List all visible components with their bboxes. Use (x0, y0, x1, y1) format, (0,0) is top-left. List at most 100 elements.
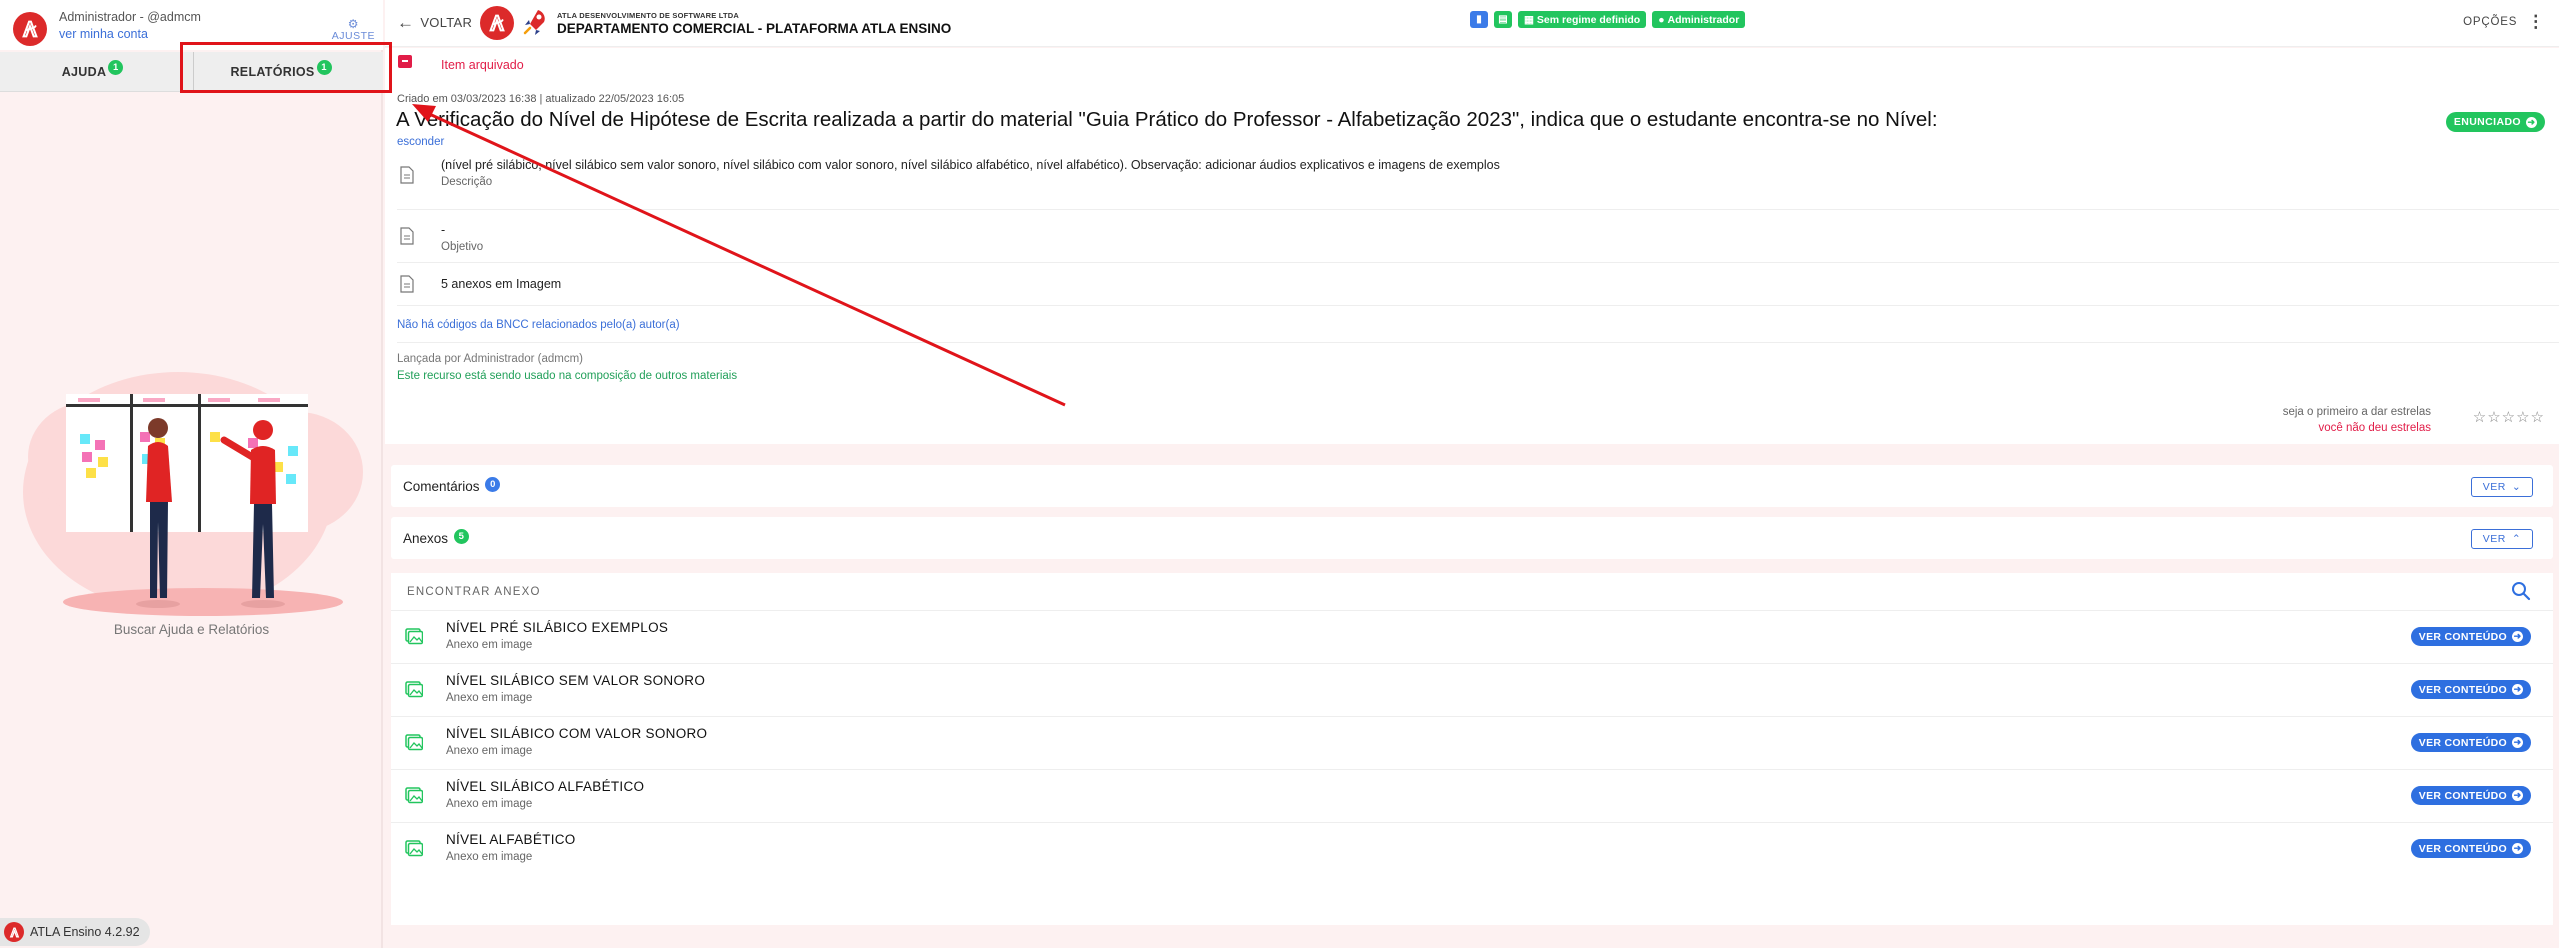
role-chip[interactable]: ● Administrador (1652, 11, 1746, 28)
view-content-button[interactable]: VER CONTEÚDO ➜ (2410, 733, 2531, 752)
annexes-toggle-button[interactable]: VER ⌃ (2471, 529, 2533, 549)
rocket-icon (523, 10, 545, 35)
department-name: DEPARTAMENTO COMERCIAL - PLATAFORMA ATLA… (557, 21, 952, 36)
hide-link[interactable]: esconder (397, 136, 444, 148)
annex-type: Anexo em image (446, 798, 533, 810)
description-value: (nível pré silábico, nível silábico sem … (441, 158, 1500, 172)
view-content-label: VER CONTEÚDO (2418, 789, 2507, 802)
calendar-icon[interactable]: ▤ (1494, 11, 1512, 28)
image-file-icon (405, 628, 423, 645)
arrow-left-icon: ← (397, 13, 415, 32)
annexes-count-badge: 5 (453, 529, 469, 544)
my-account-link[interactable]: ver minha conta (59, 27, 148, 41)
options-menu[interactable]: OPÇÕES ⋮ (2463, 12, 2545, 31)
annex-name: NÍVEL SILÁBICO ALFABÉTICO (446, 779, 645, 794)
header-chips: ▮ ▤ ▦ Sem regime definido ● Administrado… (1470, 11, 1746, 28)
comments-toggle-button[interactable]: VER ⌄ (2471, 477, 2533, 497)
annex-row: NÍVEL SILÁBICO ALFABÉTICO Anexo em image… (391, 769, 2553, 821)
arrow-right-icon: ➜ (2512, 737, 2523, 748)
view-content-button[interactable]: VER CONTEÚDO ➜ (2410, 627, 2531, 646)
view-content-button[interactable]: VER CONTEÚDO ➜ (2410, 786, 2531, 805)
star-rating[interactable]: ☆☆☆☆☆ (2473, 408, 2545, 426)
tab-ajuda-label: AJUDA (61, 65, 107, 79)
annexes-title-label: Anexos (403, 531, 449, 546)
top-header: ← VOLTAR ATLA DESENVOLVIMENTO DE SOFTWAR… (385, 0, 2559, 47)
user-shield-icon: ● (1658, 13, 1665, 26)
help-illustration (23, 372, 363, 616)
adjust-label: AJUSTE (331, 30, 375, 42)
document-icon (400, 275, 414, 293)
enunciado-label: ENUNCIADO (2453, 116, 2521, 128)
stars-prompt: seja o primeiro a dar estrelas (2282, 406, 2431, 418)
version-label: ATLA Ensino 4.2.92 (30, 925, 140, 939)
annex-row: NÍVEL SILÁBICO COM VALOR SONORO Anexo em… (391, 716, 2553, 768)
chevron-down-icon: ⌄ (2511, 481, 2522, 493)
main-content: Item arquivado Criado em 03/03/2023 16:3… (385, 48, 2559, 948)
annex-row: NÍVEL ALFABÉTICO Anexo em image VER CONT… (391, 822, 2553, 874)
archive-icon (398, 55, 412, 68)
view-content-label: VER CONTEÚDO (2418, 683, 2507, 696)
arrow-right-icon: ➜ (2512, 631, 2523, 642)
illustration-caption: Buscar Ajuda e Relatórios (113, 622, 270, 637)
calendar-small-icon: ▦ (1524, 13, 1534, 26)
back-label: VOLTAR (420, 15, 473, 30)
annex-type: Anexo em image (446, 745, 533, 757)
role-label: Administrador (1667, 13, 1740, 26)
view-content-label: VER CONTEÚDO (2418, 736, 2507, 749)
view-content-button[interactable]: VER CONTEÚDO ➜ (2410, 680, 2531, 699)
annex-name: NÍVEL PRÉ SILÁBICO EXEMPLOS (446, 620, 669, 635)
comments-count-badge: 0 (485, 477, 501, 492)
view-content-button[interactable]: VER CONTEÚDO ➜ (2410, 839, 2531, 858)
options-label: OPÇÕES (2463, 16, 2518, 28)
sidebar: Administrador - @admcm ver minha conta ⚙… (0, 0, 383, 948)
objective-label: Objetivo (441, 241, 484, 253)
chart-icon[interactable]: ▮ (1470, 11, 1488, 28)
bncc-link[interactable]: Não há códigos da BNCC relacionados pelo… (397, 319, 680, 331)
stars-status: você não deu estrelas (2318, 422, 2431, 434)
search-icon[interactable] (2511, 581, 2531, 601)
annex-name: NÍVEL ALFABÉTICO (446, 832, 576, 847)
highlight-box-annotation (180, 42, 392, 93)
find-annex-label: ENCONTRAR ANEXO (407, 586, 541, 598)
username: Administrador - @admcm (59, 10, 201, 24)
tab-ajuda-badge: 1 (108, 59, 124, 75)
view-content-label: VER CONTEÚDO (2418, 842, 2507, 855)
atla-logo-icon (480, 6, 514, 40)
atla-logo-icon (4, 922, 24, 942)
version-badge: ATLA Ensino 4.2.92 (0, 918, 150, 946)
arrow-right-icon: ➜ (2512, 790, 2523, 801)
archived-label: Item arquivado (441, 58, 524, 72)
chevron-up-icon: ⌃ (2511, 533, 2522, 545)
regime-chip[interactable]: ▦ Sem regime definido (1518, 11, 1647, 28)
regime-label: Sem regime definido (1536, 13, 1641, 26)
annex-row: NÍVEL SILÁBICO SEM VALOR SONORO Anexo em… (391, 663, 2553, 715)
back-button[interactable]: ← VOLTAR (397, 14, 472, 31)
image-file-icon (405, 734, 423, 751)
annexes-title: Anexos 5 (403, 529, 469, 548)
enunciado-button[interactable]: ENUNCIADO ➜ (2445, 112, 2545, 132)
created-info: Criado em 03/03/2023 16:38 | atualizado … (397, 93, 685, 105)
attachments-summary: 5 anexos em Imagem (441, 277, 562, 291)
launched-by: Lançada por Administrador (admcm) (397, 353, 583, 365)
annex-row: NÍVEL PRÉ SILÁBICO EXEMPLOS Anexo em ima… (391, 610, 2553, 662)
annex-name: NÍVEL SILÁBICO COM VALOR SONORO (446, 726, 708, 741)
tab-ajuda[interactable]: AJUDA 1 (0, 52, 185, 92)
resource-title: A Verificação do Nível de Hipótese de Es… (396, 108, 1938, 131)
resource-info-card: Item arquivado Criado em 03/03/2023 16:3… (385, 48, 2559, 444)
image-file-icon (405, 681, 423, 698)
image-file-icon (405, 840, 423, 857)
gear-icon: ⚙ (347, 17, 359, 31)
description-label: Descrição (441, 176, 493, 188)
arrow-right-icon: ➜ (2512, 843, 2523, 854)
adjust-button[interactable]: ⚙ AJUSTE (332, 18, 375, 42)
annex-type: Anexo em image (446, 692, 533, 704)
document-icon (400, 227, 414, 245)
comments-title-label: Comentários (403, 479, 480, 494)
usage-note[interactable]: Este recurso está sendo usado na composi… (397, 370, 737, 382)
document-icon (400, 166, 414, 184)
view-content-label: VER CONTEÚDO (2418, 630, 2507, 643)
comments-ver-label: VER (2482, 481, 2506, 493)
kebab-menu-icon: ⋮ (2527, 12, 2545, 31)
annex-type: Anexo em image (446, 851, 533, 863)
comments-panel: Comentários 0 VER ⌄ (391, 465, 2553, 507)
